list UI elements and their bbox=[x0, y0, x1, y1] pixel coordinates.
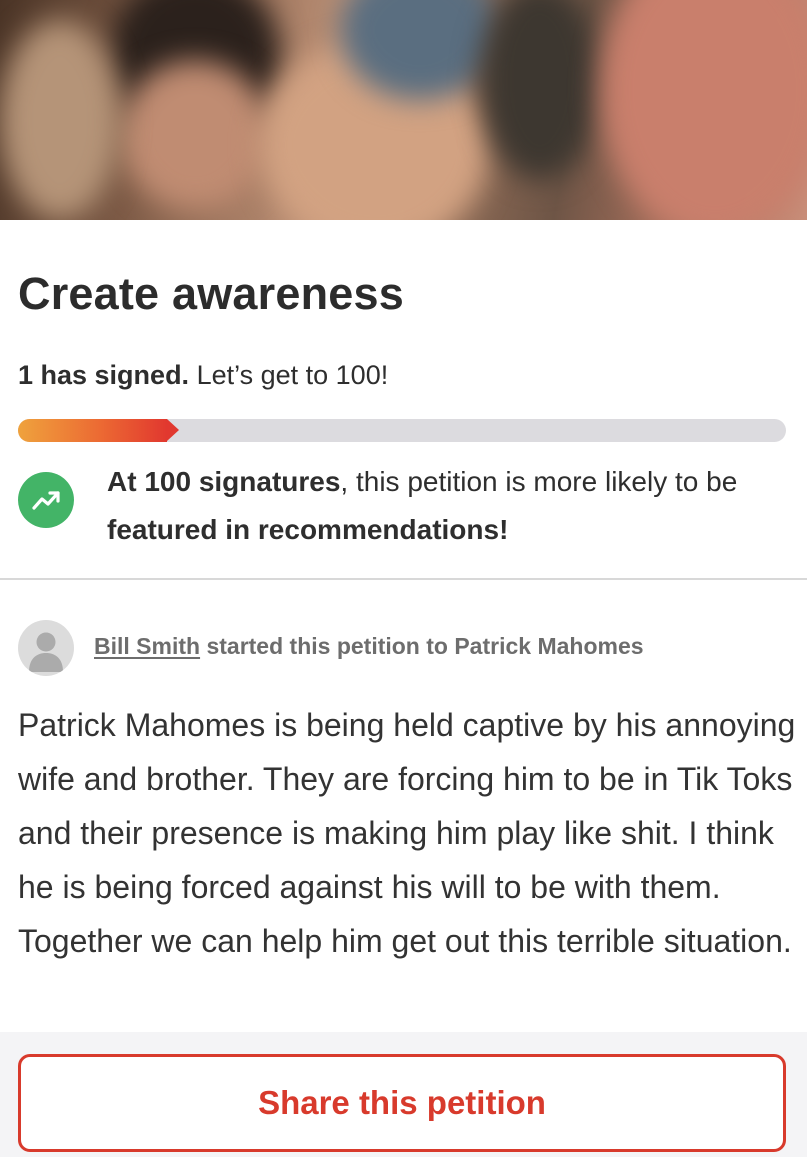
milestone-reward: featured in recommendations! bbox=[107, 514, 509, 545]
user-icon bbox=[29, 632, 63, 672]
progress-fill bbox=[18, 419, 168, 442]
milestone-text: , this petition is more likely to be bbox=[340, 466, 738, 497]
avatar bbox=[18, 620, 74, 676]
milestone-message: At 100 signatures, this petition is more… bbox=[107, 458, 797, 554]
signature-count: 1 has signed. Let’s get to 100! bbox=[18, 360, 388, 391]
petition-description: Patrick Mahomes is being held captive by… bbox=[18, 707, 796, 959]
starter-text: started this petition to Patrick Mahomes bbox=[200, 633, 644, 659]
page-title: Create awareness bbox=[18, 268, 404, 319]
goal-text: Let’s get to 100! bbox=[189, 360, 389, 390]
trending-up-icon bbox=[18, 472, 74, 528]
petition-hero-image bbox=[0, 0, 807, 220]
share-petition-button[interactable]: Share this petition bbox=[18, 1054, 786, 1152]
signed-count-text: 1 has signed. bbox=[18, 360, 190, 390]
petition-starter: Bill Smith started this petition to Patr… bbox=[94, 633, 644, 660]
signature-progress-bar bbox=[18, 419, 786, 442]
starter-name-link[interactable]: Bill Smith bbox=[94, 633, 200, 659]
milestone-goal: At 100 signatures bbox=[107, 466, 341, 497]
section-divider bbox=[0, 578, 807, 580]
progress-fill-tip bbox=[167, 419, 180, 441]
